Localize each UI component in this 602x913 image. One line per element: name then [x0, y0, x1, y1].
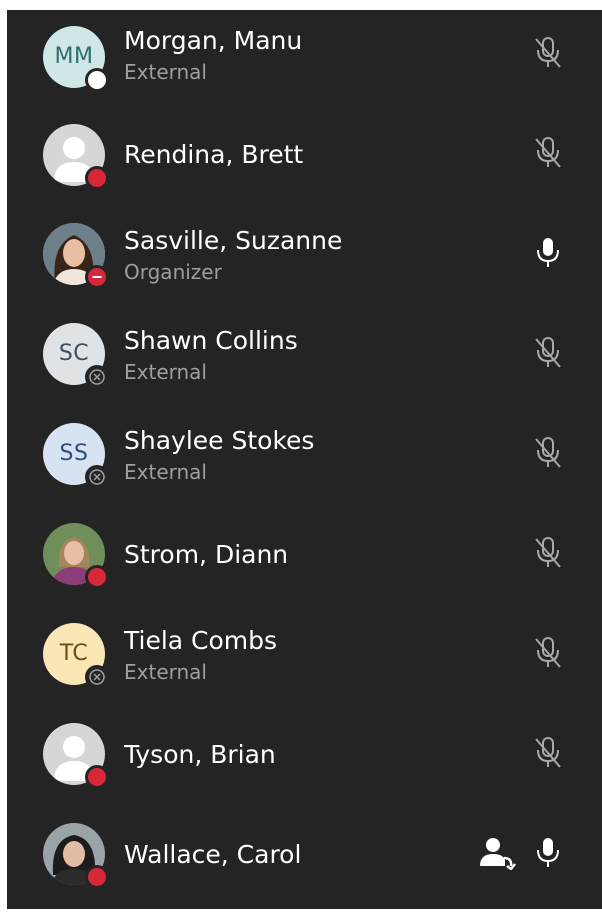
- mic-off-icon[interactable]: [533, 436, 563, 470]
- mic-on-icon[interactable]: [533, 836, 563, 870]
- participant-name: Tiela Combs: [124, 626, 278, 655]
- participant-role: External: [124, 360, 207, 384]
- avatar: SC: [43, 323, 109, 389]
- mic-off-icon[interactable]: [533, 36, 563, 70]
- mic-off-icon[interactable]: [533, 736, 563, 770]
- avatar: [43, 723, 109, 789]
- participant-name: Wallace, Carol: [124, 840, 302, 869]
- participant-name: Shaylee Stokes: [124, 426, 315, 455]
- participant-role: External: [124, 660, 207, 684]
- participant-row-strom-diann[interactable]: Strom, Diann: [7, 510, 602, 610]
- participant-row-tyson-brian[interactable]: Tyson, Brian: [7, 710, 602, 810]
- participant-name: Strom, Diann: [124, 540, 289, 569]
- participant-row-tiela-combs[interactable]: TC Tiela Combs External: [7, 610, 602, 710]
- participant-row-morgan-manu[interactable]: MM Morgan, Manu External: [7, 10, 602, 110]
- mic-off-icon[interactable]: [533, 136, 563, 170]
- participant-name: Rendina, Brett: [124, 140, 304, 169]
- avatar: [43, 523, 109, 589]
- presence-offline-icon: [85, 68, 109, 92]
- mic-on-icon[interactable]: [533, 236, 563, 270]
- presence-unknown-icon: [85, 465, 109, 489]
- participants-panel: MM Morgan, Manu External Rendina, Brett: [7, 10, 602, 909]
- presence-unknown-icon: [85, 365, 109, 389]
- avatar: [43, 823, 109, 889]
- avatar: [43, 124, 109, 190]
- participant-name: Morgan, Manu: [124, 26, 303, 55]
- participant-role: External: [124, 60, 207, 84]
- participant-name: Shawn Collins: [124, 326, 298, 355]
- avatar: SS: [43, 423, 109, 489]
- presence-unknown-icon: [85, 665, 109, 689]
- participant-row-wallace-carol[interactable]: Wallace, Carol: [7, 810, 602, 909]
- mic-off-icon[interactable]: [533, 636, 563, 670]
- participant-name: Sasville, Suzanne: [124, 226, 343, 255]
- participant-name: Tyson, Brian: [124, 740, 276, 769]
- participant-row-rendina-brett[interactable]: Rendina, Brett: [7, 110, 602, 210]
- mic-off-icon[interactable]: [533, 536, 563, 570]
- avatar: MM: [43, 26, 109, 92]
- participant-role: Organizer: [124, 260, 222, 284]
- presence-do-not-disturb-icon: [85, 265, 109, 289]
- participant-row-shawn-collins[interactable]: SC Shawn Collins External: [7, 310, 602, 410]
- presence-busy-icon: [85, 565, 109, 589]
- avatar: TC: [43, 623, 109, 689]
- avatar: [43, 223, 109, 289]
- presence-busy-icon: [85, 166, 109, 190]
- participant-role: External: [124, 460, 207, 484]
- share-screen-person-icon[interactable]: [477, 836, 517, 870]
- participant-row-sasville-suzanne[interactable]: Sasville, Suzanne Organizer: [7, 210, 602, 310]
- presence-busy-icon: [85, 865, 109, 889]
- mic-off-icon[interactable]: [533, 336, 563, 370]
- participant-row-shaylee-stokes[interactable]: SS Shaylee Stokes External: [7, 410, 602, 510]
- presence-busy-icon: [85, 765, 109, 789]
